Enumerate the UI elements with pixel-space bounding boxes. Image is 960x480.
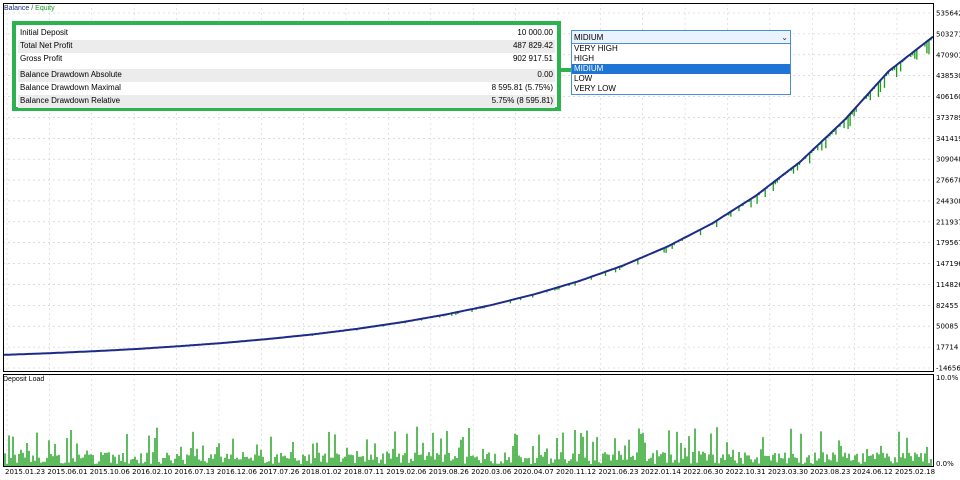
chevron-down-icon[interactable]: ⌄ [781, 31, 788, 43]
x-tick-label: 2019.02.06 [386, 468, 427, 476]
summary-row-drawdown-maximal: Balance Drawdown Maximal 8 595.81 (5.75%… [18, 82, 555, 95]
x-tick-label: 2015.10.06 [90, 468, 131, 476]
summary-value: 902 917.51 [512, 53, 553, 63]
summary-label: Initial Deposit [20, 28, 69, 37]
x-tick-label: 2025.02.18 [895, 468, 935, 476]
summary-value: 487 829.42 [512, 40, 553, 50]
y-tick-label: 373789 [936, 114, 960, 122]
x-tick-label: 2018.07.11 [344, 468, 384, 476]
risk-option-very-low[interactable]: VERY LOW [572, 84, 790, 94]
x-tick-label: 2016.12.06 [217, 468, 258, 476]
risk-options-list: VERY HIGH HIGH MIDIUM LOW VERY LOW [571, 44, 791, 95]
x-tick-label: 2024.06.12 [853, 468, 893, 476]
x-tick-label: 2016.07.13 [175, 468, 215, 476]
risk-option-high[interactable]: HIGH [572, 54, 790, 64]
x-tick-label: 2015.06.01 [47, 468, 87, 476]
summary-label: Total Net Profit [20, 40, 73, 50]
y-tick-label: 147196 [936, 260, 960, 268]
x-tick-label: 2020.04.07 [514, 468, 554, 476]
summary-panel: Initial Deposit 10 000.00 Total Net Prof… [12, 21, 561, 111]
sub-y-axis-labels: 10.0% 0.0% [936, 374, 959, 468]
x-tick-label: 2019.08.26 [429, 468, 470, 476]
risk-select-current[interactable]: MIDIUM ⌄ [571, 30, 791, 44]
y-tick-label: 309048 [936, 156, 960, 164]
x-tick-label: 2022.01.14 [641, 468, 682, 476]
risk-level-select[interactable]: MIDIUM ⌄ VERY HIGH HIGH MIDIUM LOW VERY … [571, 30, 791, 95]
summary-row-drawdown-absolute: Balance Drawdown Absolute 0.00 [18, 69, 555, 83]
x-tick-label: 2022.06.30 [683, 468, 723, 476]
legend-balance: Balance [4, 5, 30, 12]
deposit-load-title: Deposit Load [3, 376, 45, 383]
summary-row-gross-profit: Gross Profit 902 917.51 [18, 53, 555, 66]
risk-option-very-high[interactable]: VERY HIGH [572, 44, 790, 54]
summary-label: Balance Drawdown Maximal [20, 83, 121, 93]
x-tick-label: 2020.11.12 [556, 468, 596, 476]
risk-select-value: MIDIUM [574, 33, 604, 42]
summary-label: Balance Drawdown Absolute [20, 70, 122, 80]
x-tick-label: 2021.06.23 [598, 468, 638, 476]
summary-row-drawdown-relative: Balance Drawdown Relative 5.75% (8 595.8… [18, 94, 555, 108]
y-tick-label: 179567 [936, 239, 960, 247]
y-tick-label: 82455 [936, 302, 958, 310]
y-tick-label: -14656 [936, 365, 960, 373]
legend-equity: Equity [35, 5, 55, 12]
highlight-connector [561, 68, 571, 72]
chart-legend: Balance / Equity [4, 5, 55, 12]
y-tick-label: 114826 [936, 281, 960, 289]
y-tick-label: 244308 [936, 197, 960, 205]
x-tick-label: 2018.01.02 [302, 468, 342, 476]
legend-separator: / [31, 5, 34, 12]
deposit-load-bars [4, 426, 932, 466]
y-tick-label: 535642 [936, 10, 960, 18]
summary-label: Balance Drawdown Relative [20, 95, 121, 105]
summary-value: 5.75% (8 595.81) [491, 95, 553, 105]
x-tick-label: 2017.07.26 [259, 468, 300, 476]
y-tick-label: 438530 [936, 72, 960, 80]
summary-value: 10 000.00 [517, 28, 553, 37]
summary-value: 0.00 [537, 70, 553, 80]
x-tick-label: 2023.08.23 [810, 468, 850, 476]
risk-option-midium[interactable]: MIDIUM [572, 64, 790, 74]
y-tick-label: 17714 [936, 344, 959, 352]
y-tick-label: 341419 [936, 135, 960, 143]
y-axis-labels: 535642 503271 470901 438530 406160 373789 3414… [936, 10, 960, 373]
sub-y-tick-label: 10.0% [936, 374, 959, 382]
y-tick-label: 503271 [936, 30, 960, 38]
summary-label: Gross Profit [20, 53, 63, 63]
x-tick-label: 2015.01.23 [5, 468, 45, 476]
summary-value: 8 595.81 (5.75%) [491, 83, 553, 93]
y-tick-label: 211937 [936, 218, 960, 226]
sub-y-tick-label: 0.0% [936, 460, 954, 468]
y-tick-label: 276678 [936, 177, 960, 185]
x-tick-label: 2023.03.30 [768, 468, 808, 476]
x-tick-label: 2020.03.06 [471, 468, 512, 476]
x-tick-label: 2016.02.10 [132, 468, 172, 476]
summary-row-initial-deposit: Initial Deposit 10 000.00 [18, 27, 555, 40]
x-axis-labels: 2015.01.23 2015.06.01 2015.10.06 2016.02.10… [5, 468, 935, 476]
y-tick-label: 50085 [936, 323, 958, 331]
summary-row-total-net-profit: Total Net Profit 487 829.42 [18, 39, 555, 53]
y-tick-label: 406160 [936, 93, 960, 101]
y-tick-label: 470901 [936, 51, 960, 59]
x-tick-label: 2022.10.31 [725, 468, 765, 476]
risk-option-low[interactable]: LOW [572, 74, 790, 84]
